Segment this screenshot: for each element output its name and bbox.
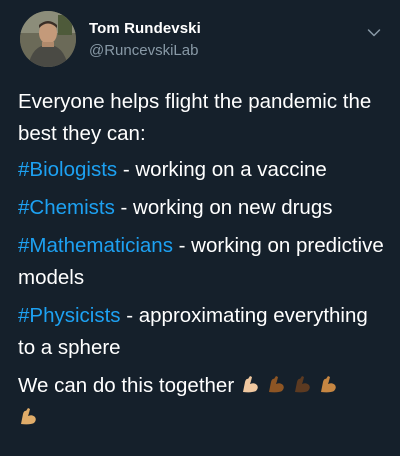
author-name[interactable]: Tom Rundevski xyxy=(89,20,201,37)
flexed-biceps-icon xyxy=(18,405,40,427)
author-handle[interactable]: @RuncevskiLab xyxy=(89,42,198,59)
tweet-line-biologists: #Biologists - working on a vaccine xyxy=(18,154,388,186)
chevron-down-icon[interactable] xyxy=(367,25,381,37)
tweet-intro: Everyone helps flight the pandemic the b… xyxy=(18,90,372,145)
hashtag-link[interactable]: #Physicists xyxy=(18,304,121,327)
tweet-text: Everyone helps flight the pandemic the b… xyxy=(18,86,388,440)
author-avatar[interactable] xyxy=(20,11,76,67)
tweet-closing: We can do this together xyxy=(18,370,388,434)
tweet-card: Tom Rundevski @RuncevskiLab Everyone hel… xyxy=(0,0,400,456)
hashtag-link[interactable]: #Chemists xyxy=(18,196,115,219)
line-text: - working on a vaccine xyxy=(117,158,327,181)
flexed-biceps-icon xyxy=(266,373,288,395)
hashtag-link[interactable]: #Mathematicians xyxy=(18,234,173,257)
tweet-line-mathematicians: #Mathematicians - working on predictive … xyxy=(18,230,388,294)
flexed-biceps-icon xyxy=(318,373,340,395)
tweet-line-physicists: #Physicists - approximating everything t… xyxy=(18,300,388,364)
flexed-biceps-icon xyxy=(292,373,314,395)
flexed-biceps-icon xyxy=(240,373,262,395)
tweet-line-chemists: #Chemists - working on new drugs xyxy=(18,192,388,224)
line-text: - working on new drugs xyxy=(114,196,333,219)
hashtag-link[interactable]: #Biologists xyxy=(18,158,117,181)
closing-text: We can do this together xyxy=(18,374,235,397)
